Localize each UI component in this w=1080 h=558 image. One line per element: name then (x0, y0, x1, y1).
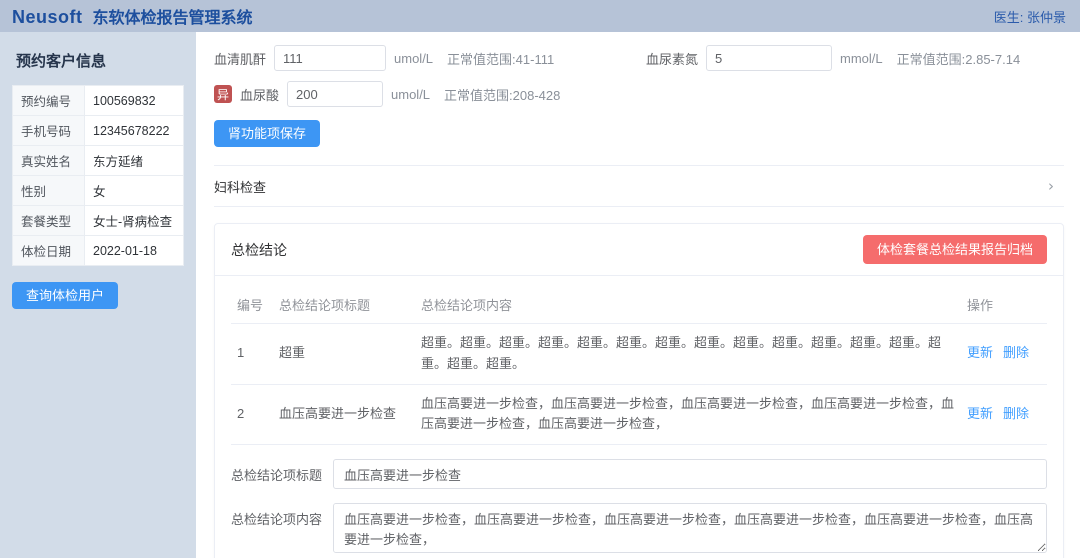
uric-acid-input[interactable] (287, 81, 383, 107)
real-name-value: 东方延绪 (85, 146, 184, 176)
conclusion-header: 总检结论 体检套餐总检结果报告归档 (215, 224, 1063, 276)
kidney-fields: 血清肌酐 umol/L 正常值范围:41-111 血尿素氮 mmol/L 正常值… (214, 44, 1064, 108)
serum-creatinine-unit: umol/L (394, 51, 433, 66)
header-no: 编号 (231, 286, 273, 324)
app-title: 东软体检报告管理系统 (93, 4, 253, 28)
row-title: 超重 (273, 324, 415, 385)
uric-acid-range: 正常值范围:208-428 (444, 85, 560, 104)
row-no: 2 (231, 384, 273, 445)
table-header-row: 编号 总检结论项标题 总检结论项内容 操作 (231, 286, 1047, 324)
sidebar-title: 预约客户信息 (16, 50, 184, 71)
gyn-exam-label: 妇科检查 (214, 177, 266, 196)
row-content: 超重。超重。超重。超重。超重。超重。超重。超重。超重。超重。超重。超重。超重。超… (415, 324, 961, 385)
body-wrap: 预约客户信息 预约编号 100569832 手机号码 12345678222 真… (0, 32, 1080, 558)
query-exam-user-button[interactable]: 查询体检用户 (12, 282, 118, 309)
customer-info-table: 预约编号 100569832 手机号码 12345678222 真实姓名 东方延… (12, 85, 184, 266)
conclusion-title: 总检结论 (231, 240, 287, 260)
gender-label: 性别 (13, 176, 85, 206)
urea-nitrogen-unit: mmol/L (840, 51, 883, 66)
app-window: Neusoft 东软体检报告管理系统 医生: 张仲景 预约客户信息 预约编号 1… (0, 0, 1080, 558)
urea-nitrogen-range: 正常值范围:2.85-7.14 (897, 49, 1021, 68)
gender-value: 女 (85, 176, 184, 206)
appointment-no-label: 预约编号 (13, 86, 85, 116)
conclusion-content-textarea[interactable] (333, 503, 1047, 553)
table-row: 性别 女 (13, 176, 184, 206)
serum-creatinine-label: 血清肌酐 (214, 49, 266, 68)
conclusion-title-input[interactable] (333, 459, 1047, 489)
table-row: 体检日期 2022-01-18 (13, 236, 184, 266)
kidney-save-button[interactable]: 肾功能项保存 (214, 120, 320, 147)
header-item-content: 总检结论项内容 (415, 286, 961, 324)
package-type-label: 套餐类型 (13, 206, 85, 236)
gyn-exam-collapse[interactable]: 妇科检查 › (214, 165, 1064, 207)
table-row: 2 血压高要进一步检查 血压高要进一步检查，血压高要进一步检查，血压高要进一步检… (231, 384, 1047, 445)
table-row: 1 超重 超重。超重。超重。超重。超重。超重。超重。超重。超重。超重。超重。超重… (231, 324, 1047, 385)
real-name-label: 真实姓名 (13, 146, 85, 176)
uric-acid-label: 血尿酸 (240, 85, 279, 104)
conclusion-body: 编号 总检结论项标题 总检结论项内容 操作 1 超重 超重。超重。超重。超重。超… (215, 276, 1063, 558)
row-no: 1 (231, 324, 273, 385)
row-title: 血压高要进一步检查 (273, 384, 415, 445)
urea-nitrogen-label: 血尿素氮 (646, 49, 698, 68)
main-content: 血清肌酐 umol/L 正常值范围:41-111 血尿素氮 mmol/L 正常值… (196, 32, 1080, 558)
exam-date-value: 2022-01-18 (85, 236, 184, 266)
archive-report-button[interactable]: 体检套餐总检结果报告归档 (863, 235, 1047, 264)
urea-nitrogen-input[interactable] (706, 45, 832, 71)
update-link[interactable]: 更新 (967, 345, 993, 360)
exam-date-label: 体检日期 (13, 236, 85, 266)
row-operations: 更新删除 (961, 324, 1047, 385)
delete-link[interactable]: 删除 (1003, 345, 1029, 360)
chevron-right-icon: › (1048, 177, 1054, 195)
brand: Neusoft 东软体检报告管理系统 (12, 4, 253, 28)
field-urea-nitrogen: 血尿素氮 mmol/L 正常值范围:2.85-7.14 (646, 44, 1064, 72)
field-uric-acid: 异 血尿酸 umol/L 正常值范围:208-428 (214, 80, 646, 108)
sidebar: 预约客户信息 预约编号 100569832 手机号码 12345678222 真… (0, 32, 196, 558)
table-row: 套餐类型 女士-肾病检查 (13, 206, 184, 236)
update-link[interactable]: 更新 (967, 406, 993, 421)
table-row: 预约编号 100569832 (13, 86, 184, 116)
conclusion-panel: 总检结论 体检套餐总检结果报告归档 编号 总检结论项标题 总检结论项内容 操作 (214, 223, 1064, 558)
table-row: 真实姓名 东方延绪 (13, 146, 184, 176)
conclusion-table: 编号 总检结论项标题 总检结论项内容 操作 1 超重 超重。超重。超重。超重。超… (231, 286, 1047, 445)
header-operation: 操作 (961, 286, 1047, 324)
phone-label: 手机号码 (13, 116, 85, 146)
row-content: 血压高要进一步检查，血压高要进一步检查，血压高要进一步检查，血压高要进一步检查，… (415, 384, 961, 445)
uric-acid-unit: umol/L (391, 87, 430, 102)
delete-link[interactable]: 删除 (1003, 406, 1029, 421)
appointment-no-value: 100569832 (85, 86, 184, 116)
row-operations: 更新删除 (961, 384, 1047, 445)
app-header: Neusoft 东软体检报告管理系统 医生: 张仲景 (0, 0, 1080, 32)
phone-value: 12345678222 (85, 116, 184, 146)
doctor-name: 医生: 张仲景 (994, 7, 1066, 26)
conclusion-title-label: 总检结论项标题 (231, 459, 323, 484)
field-serum-creatinine: 血清肌酐 umol/L 正常值范围:41-111 (214, 44, 646, 72)
conclusion-content-label: 总检结论项内容 (231, 503, 323, 528)
neusoft-logo: Neusoft (12, 7, 83, 28)
serum-creatinine-range: 正常值范围:41-111 (447, 49, 554, 68)
package-type-value: 女士-肾病检查 (85, 206, 184, 236)
conclusion-title-row: 总检结论项标题 (231, 459, 1047, 489)
conclusion-content-row: 总检结论项内容 (231, 503, 1047, 553)
header-item-title: 总检结论项标题 (273, 286, 415, 324)
table-row: 手机号码 12345678222 (13, 116, 184, 146)
abnormal-badge-icon: 异 (214, 85, 232, 103)
serum-creatinine-input[interactable] (274, 45, 386, 71)
